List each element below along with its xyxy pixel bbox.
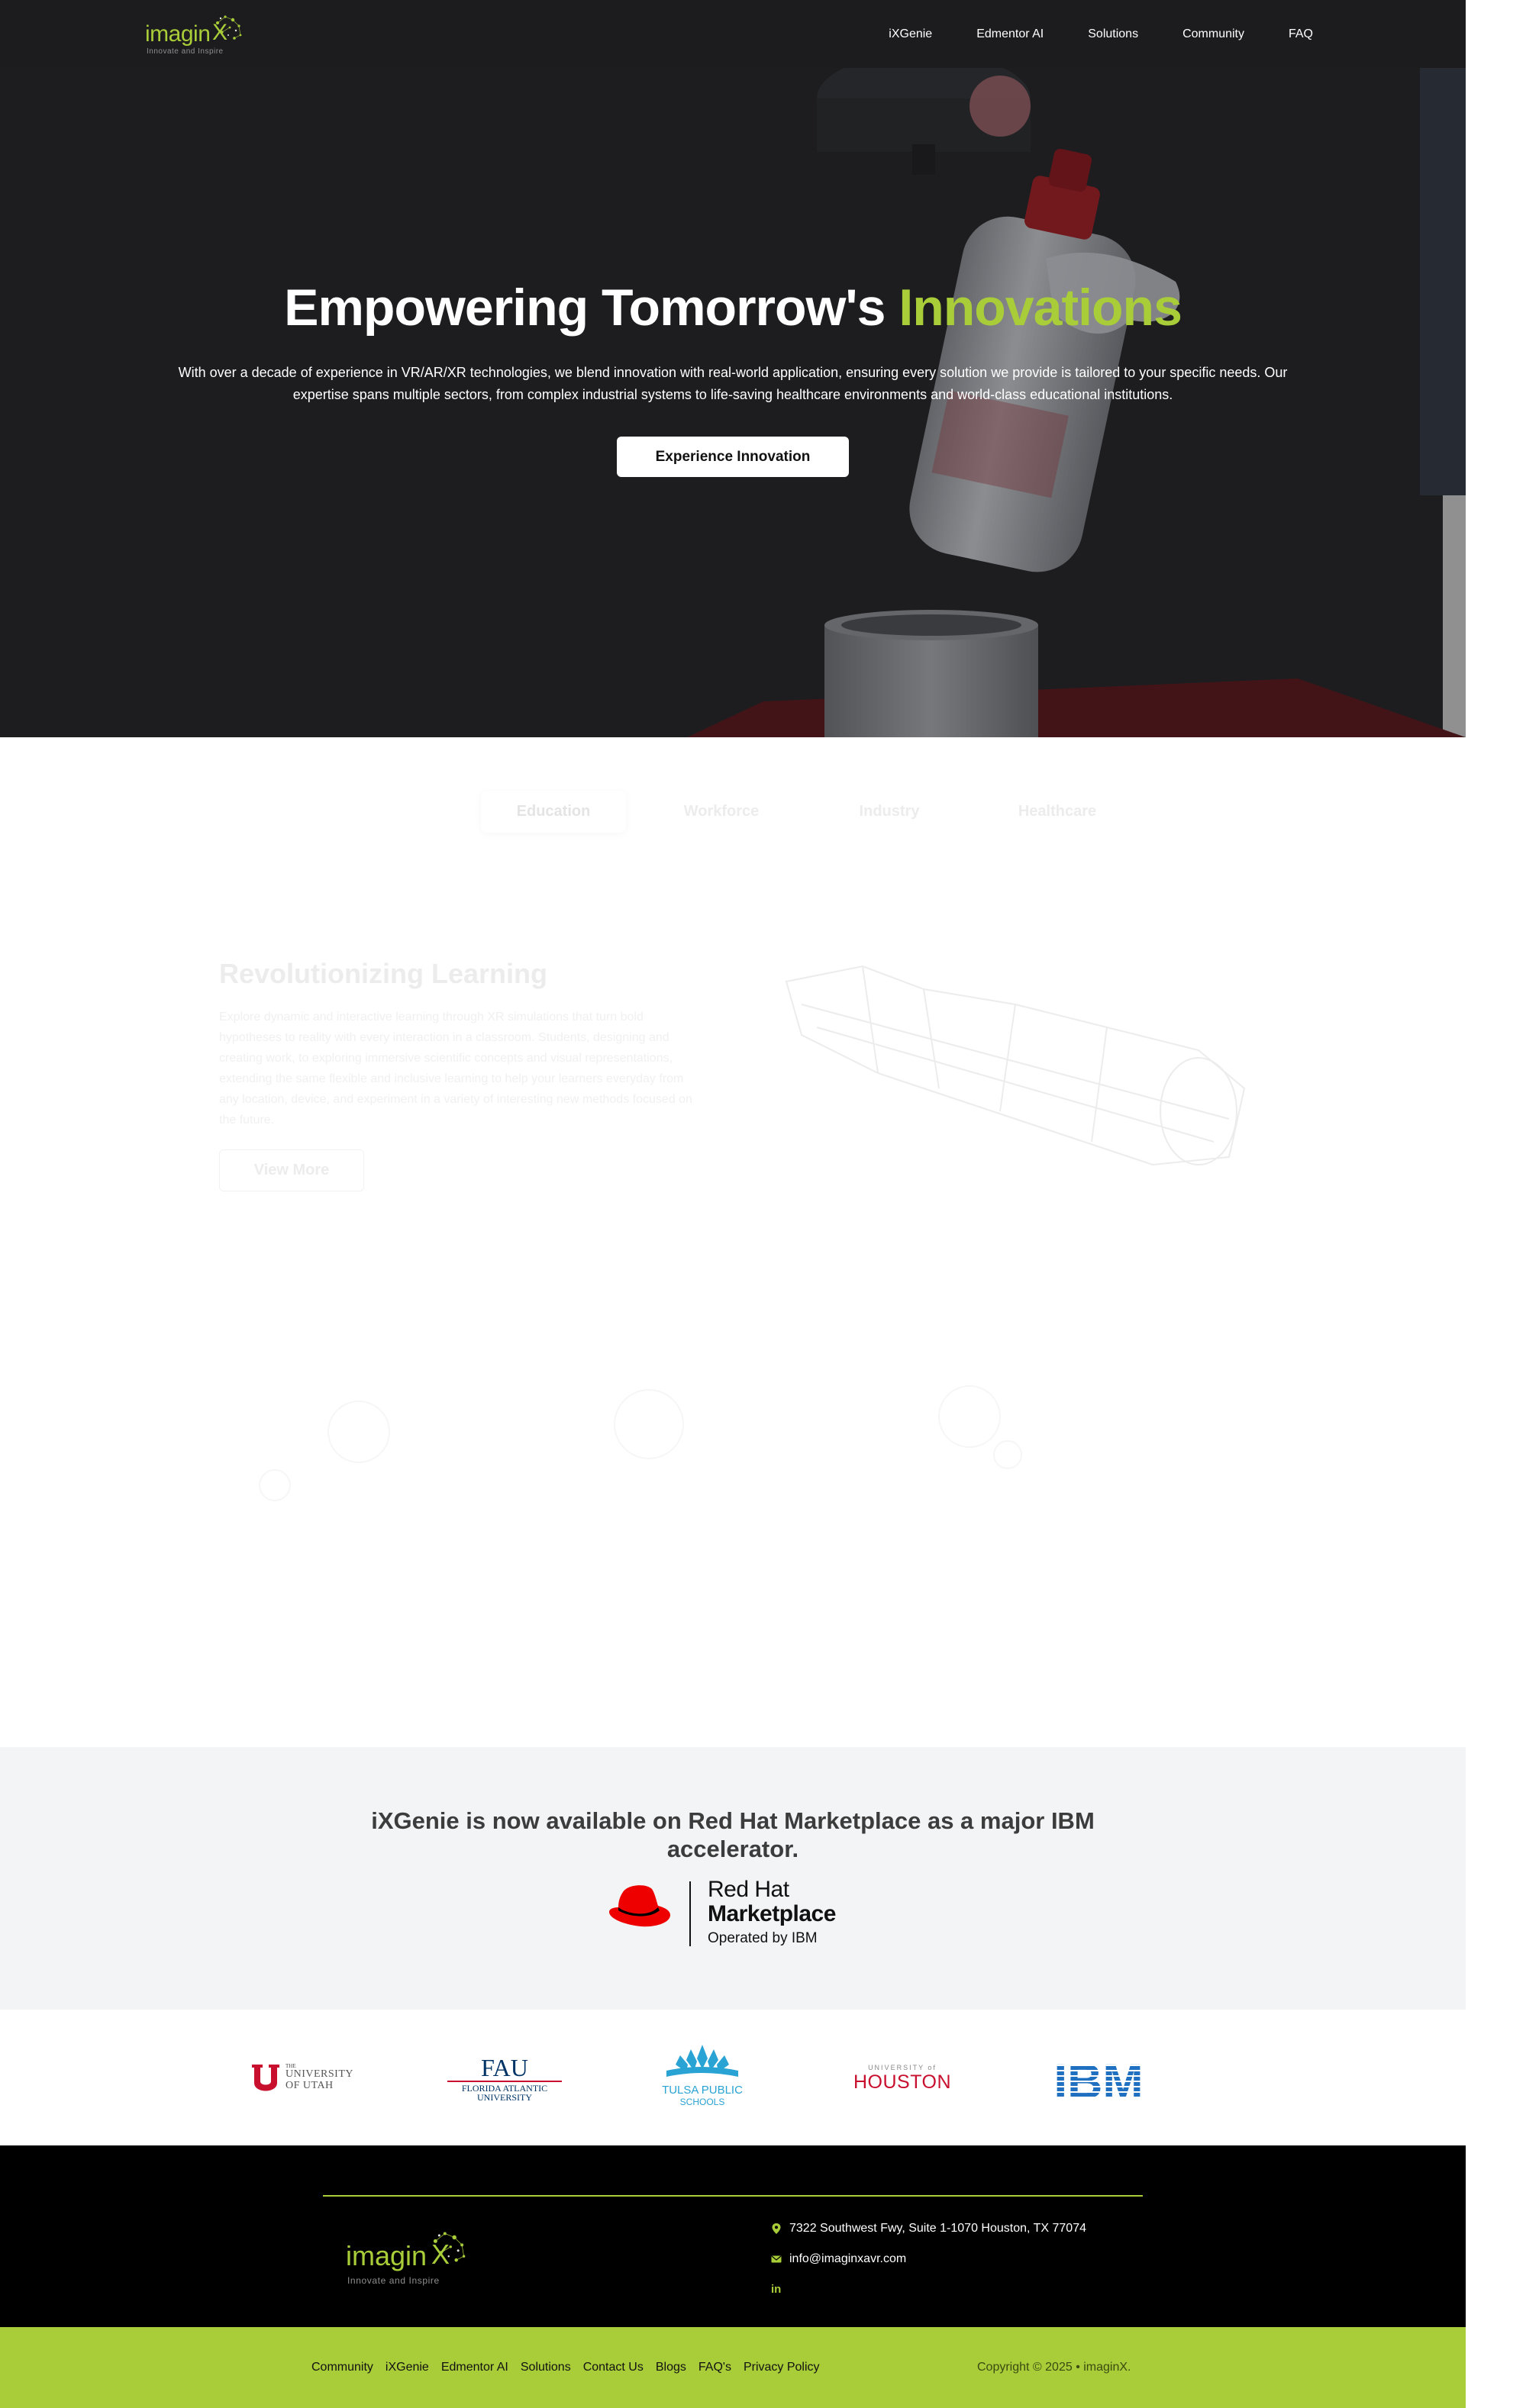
footer-address: 7322 Southwest Fwy, Suite 1-1070 Houston… [771, 2222, 1086, 2236]
redhat-marketplace-logo[interactable]: Red Hat Marketplace Operated by IBM [608, 1877, 860, 1949]
footer-link-contact-us[interactable]: Contact Us [583, 2361, 644, 2374]
ibm-wordmark: IBM [1053, 2055, 1143, 2101]
tulsa-line2: SCHOOLS [679, 2097, 725, 2107]
linkedin-icon[interactable]: in [771, 2283, 781, 2296]
sector-tabs: Education Workforce Industry Healthcare [481, 791, 1130, 833]
tulsa-line1: TULSA PUBLIC [662, 2084, 743, 2097]
footer-bottom-bar: Community iXGenie Edmentor AI Solutions … [0, 2327, 1466, 2408]
banner-title: iXGenie is now available on Red Hat Mark… [371, 1807, 1095, 1862]
redhat-line2: Marketplace [708, 1901, 836, 1926]
footer-link-blogs[interactable]: Blogs [656, 2361, 686, 2374]
footer: imagin X Innovate and Inspire 7322 South… [0, 2145, 1466, 2327]
footer-linkedin[interactable]: in [771, 2283, 781, 2296]
footer-logo-wordmark: imagin [346, 2240, 427, 2271]
nav-link-edmentor-ai[interactable]: Edmentor AI [976, 27, 1044, 41]
redhat-line3: Operated by IBM [708, 1930, 818, 1946]
top-navbar: imagin X Innovate and Inspire iXGenie Ed… [0, 0, 1466, 68]
hero-description: With over a decade of experience in VR/A… [178, 365, 1288, 402]
footer-link-privacy-policy[interactable]: Privacy Policy [744, 2361, 820, 2374]
nav-link-faq[interactable]: FAQ [1289, 27, 1313, 41]
location-pin-icon [772, 2223, 781, 2234]
partner-university-of-utah[interactable]: THE UNIVERSITY OF UTAH [250, 2063, 365, 2094]
nav-link-ixgenie[interactable]: iXGenie [889, 27, 932, 41]
tab-industry[interactable]: Industry [817, 791, 962, 833]
footer-address-text: 7322 Southwest Fwy, Suite 1-1070 Houston… [789, 2222, 1086, 2235]
hero-section: Empowering Tomorrow's Innovations With o… [0, 68, 1466, 737]
utah-line1: UNIVERSITY [286, 2068, 353, 2080]
sectors-section: Education Workforce Industry Healthcare … [0, 737, 1466, 1747]
footer-divider [323, 2195, 1143, 2197]
partner-fau[interactable]: FAU FLORIDA ATLANTIC UNIVERSITY [447, 2055, 562, 2103]
main-nav: iXGenie Edmentor AI Solutions Community … [889, 0, 1313, 68]
footer-link-solutions[interactable]: Solutions [521, 2361, 571, 2374]
decorative-background [259, 1385, 1022, 1501]
page: imagin X Innovate and Inspire iXGenie Ed… [0, 0, 1466, 2408]
utah-line2: OF UTAH [286, 2080, 334, 2091]
fau-line2: UNIVERSITY [477, 2092, 532, 2103]
redhat-hat-icon [609, 1885, 670, 1927]
footer-logo-x: X [431, 2239, 450, 2270]
hero-title-main: Empowering Tomorrow's [284, 279, 899, 337]
footer-email-text[interactable]: info@imaginxavr.com [789, 2252, 906, 2266]
utah-u-icon [252, 2065, 279, 2091]
partner-tulsa-public-schools[interactable]: TULSA PUBLIC SCHOOLS [658, 2043, 747, 2113]
footer-imaginx-logo[interactable]: imagin X Innovate and Inspire [346, 2228, 476, 2289]
partner-ibm[interactable]: IBM [1044, 2055, 1153, 2101]
fau-mark: FAU [481, 2054, 528, 2081]
footer-link-faqs[interactable]: FAQ's [698, 2361, 731, 2374]
mail-icon [771, 2255, 782, 2263]
partners-strip: THE UNIVERSITY OF UTAH FAU FLORIDA ATLAN… [0, 2010, 1466, 2145]
tab-healthcare[interactable]: Healthcare [985, 791, 1130, 833]
view-more-button[interactable]: View More [219, 1149, 364, 1191]
nav-link-community[interactable]: Community [1182, 27, 1244, 41]
redhat-divider [689, 1881, 691, 1946]
partner-university-of-houston[interactable]: UNIVERSITY of HOUSTON [849, 2063, 956, 2094]
logo-x: X [212, 20, 228, 45]
copyright-text: Copyright © 2025 • imaginX. [977, 2361, 1131, 2374]
footer-link-community[interactable]: Community [311, 2361, 373, 2374]
experience-innovation-button[interactable]: Experience Innovation [617, 437, 849, 477]
tulsa-book-icon [666, 2045, 738, 2077]
hero-title: Empowering Tomorrow's Innovations [0, 278, 1466, 337]
sector-body: Explore dynamic and interactive learning… [219, 1011, 692, 1127]
tab-workforce[interactable]: Workforce [649, 791, 794, 833]
footer-email[interactable]: info@imaginxavr.com [771, 2252, 906, 2266]
footer-link-ixgenie[interactable]: iXGenie [386, 2361, 429, 2374]
hero-title-accent: Innovations [899, 279, 1182, 337]
ibm-logo-icon: IBM [1053, 2055, 1143, 2101]
imaginx-logo[interactable]: imagin X Innovate and Inspire [145, 12, 248, 58]
turbine-engine-image [785, 965, 1246, 1166]
redhat-banner: iXGenie is now available on Red Hat Mark… [0, 1747, 1466, 2010]
logo-wordmark: imagin [145, 21, 211, 47]
logo-tagline: Innovate and Inspire [147, 47, 224, 56]
footer-link-edmentor-ai[interactable]: Edmentor AI [441, 2361, 508, 2374]
houston-main: HOUSTON [853, 2071, 952, 2093]
sector-title: Revolutionizing Learning [219, 958, 547, 989]
nav-link-solutions[interactable]: Solutions [1088, 27, 1138, 41]
tab-education[interactable]: Education [481, 791, 626, 833]
footer-links: Community iXGenie Edmentor AI Solutions … [311, 2327, 820, 2408]
redhat-line1: Red Hat [708, 1877, 789, 1902]
footer-logo-tagline: Innovate and Inspire [347, 2275, 440, 2286]
